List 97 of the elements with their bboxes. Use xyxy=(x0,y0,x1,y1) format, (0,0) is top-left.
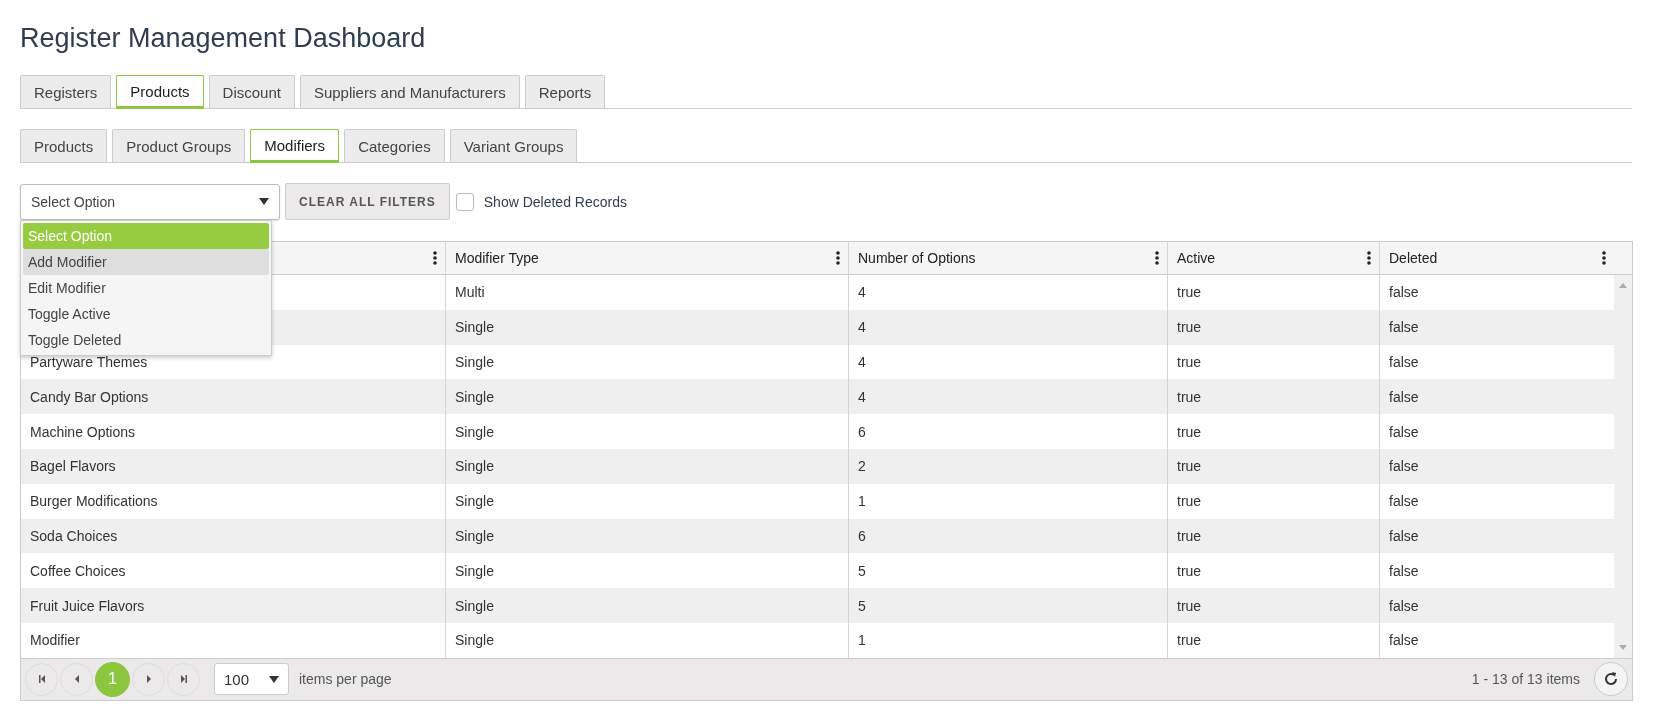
table-cell: false xyxy=(1389,597,1419,614)
table-cell: true xyxy=(1177,319,1202,336)
skip-back-icon xyxy=(36,674,47,685)
page-size-select[interactable]: 100 xyxy=(214,663,289,696)
tab[interactable]: Reports xyxy=(524,75,606,108)
column-menu-icon[interactable] xyxy=(1367,251,1371,265)
table-cell: 6 xyxy=(858,423,866,440)
table-cell: false xyxy=(1389,458,1419,475)
action-select[interactable]: Select Option xyxy=(20,183,280,220)
pager-summary: 1 - 13 of 13 items xyxy=(1471,671,1580,688)
table-cell: 6 xyxy=(858,527,866,544)
table-cell: Single xyxy=(455,562,494,579)
table-cell: 1 xyxy=(858,493,866,510)
next-page-button[interactable] xyxy=(132,662,165,696)
menu-item[interactable]: Toggle Deleted xyxy=(23,327,269,353)
table-cell: false xyxy=(1389,562,1419,579)
last-page-button[interactable] xyxy=(167,662,200,696)
table-cell: false xyxy=(1389,527,1419,544)
checkbox[interactable] xyxy=(455,192,474,211)
clear-filters-button[interactable]: CLEAR ALL FILTERS xyxy=(285,183,450,220)
skip-forward-icon xyxy=(178,674,189,685)
column-menu-icon[interactable] xyxy=(836,251,840,265)
table-cell: false xyxy=(1389,284,1419,301)
column-header: Active xyxy=(1177,250,1216,266)
refresh-button[interactable] xyxy=(1594,662,1628,697)
table-cell: false xyxy=(1389,632,1419,649)
table-cell: true xyxy=(1177,562,1202,579)
caret-icon xyxy=(269,675,279,683)
table-cell: 5 xyxy=(858,562,866,579)
table-cell: 4 xyxy=(858,319,866,336)
column-header: Number of Options xyxy=(858,250,976,266)
scroll-up-icon[interactable] xyxy=(1619,283,1627,288)
tab[interactable]: Variant Groups xyxy=(449,129,578,162)
table-cell: true xyxy=(1177,388,1202,405)
menu-item[interactable]: Add Modifier xyxy=(23,249,269,275)
table-cell: false xyxy=(1389,319,1419,336)
table-cell: Candy Bar Options xyxy=(30,388,149,405)
caret-icon xyxy=(259,198,269,205)
tab[interactable]: Products xyxy=(116,75,204,109)
table-cell: 4 xyxy=(858,388,866,405)
refresh-icon xyxy=(1603,671,1619,688)
scroll-down-icon[interactable] xyxy=(1619,644,1627,650)
table-cell: Single xyxy=(455,319,494,336)
table-cell: Modifier xyxy=(30,632,80,649)
table-cell: 1 xyxy=(858,632,866,649)
table-cell: true xyxy=(1177,284,1202,301)
tab[interactable]: Suppliers and Manufacturers xyxy=(299,75,520,108)
table-cell: Fruit Juice Flavors xyxy=(30,597,145,614)
table-cell: false xyxy=(1389,423,1419,440)
table-cell: Single xyxy=(455,354,494,370)
table-cell: true xyxy=(1177,354,1202,370)
table-cell: Burger Modifications xyxy=(30,493,158,510)
table-cell: true xyxy=(1177,597,1202,614)
table-cell: Single xyxy=(455,388,494,405)
table-cell: true xyxy=(1177,632,1202,649)
table-cell: Partyware Themes xyxy=(30,354,148,370)
previous-page-button[interactable] xyxy=(60,662,93,696)
tab[interactable]: Modifiers xyxy=(250,129,340,163)
table-cell: true xyxy=(1177,493,1202,510)
table-cell: true xyxy=(1177,423,1202,440)
table-cell: Single xyxy=(455,527,494,544)
table-cell: Coffee Choices xyxy=(30,562,126,579)
table-cell: false xyxy=(1389,493,1419,510)
tab[interactable]: Product Groups xyxy=(112,129,246,162)
table-cell: 4 xyxy=(858,284,866,301)
table-cell: Single xyxy=(455,423,494,440)
table-cell: Single xyxy=(455,493,494,510)
column-header: Modifier Type xyxy=(455,250,539,266)
column-header: Deleted xyxy=(1389,250,1438,266)
table-cell: Single xyxy=(455,597,494,614)
table-cell: Soda Choices xyxy=(30,527,118,544)
table-cell: 2 xyxy=(858,458,866,475)
column-menu-icon[interactable] xyxy=(433,251,437,265)
table-cell: 4 xyxy=(858,354,866,370)
column-menu-icon[interactable] xyxy=(1155,251,1159,265)
tab[interactable]: Products xyxy=(20,129,108,162)
table-cell: 5 xyxy=(858,597,866,614)
column-menu-icon[interactable] xyxy=(1602,251,1606,265)
tab[interactable]: Registers xyxy=(20,75,112,108)
checkbox-label: Show Deleted Records xyxy=(483,193,627,210)
first-page-button[interactable] xyxy=(25,662,58,696)
table-cell: Bagel Flavors xyxy=(30,458,116,475)
page-size-label: items per page xyxy=(299,671,392,688)
tab[interactable]: Categories xyxy=(344,129,445,162)
table-cell: Single xyxy=(455,458,494,475)
menu-item[interactable]: Edit Modifier xyxy=(23,275,269,301)
table-cell: false xyxy=(1389,388,1419,405)
table-cell: true xyxy=(1177,458,1202,475)
table-cell: Single xyxy=(455,632,494,649)
scrollbar[interactable] xyxy=(1614,275,1632,658)
table-cell: false xyxy=(1389,354,1419,370)
tab[interactable]: Discount xyxy=(208,75,295,108)
page-title: Register Management Dashboard xyxy=(20,22,426,55)
menu-item[interactable]: Toggle Active xyxy=(23,301,269,327)
table-cell: Machine Options xyxy=(30,423,136,440)
table-cell: true xyxy=(1177,527,1202,544)
table-cell: Multi xyxy=(455,284,485,301)
